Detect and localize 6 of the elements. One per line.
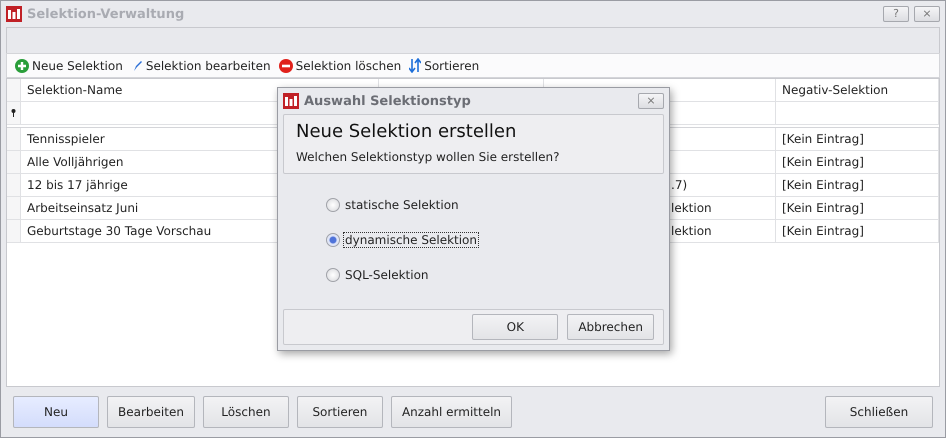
table-cell: [Kein Eintrag] xyxy=(776,220,939,242)
window-title: Selektion-Verwaltung xyxy=(27,6,186,22)
table-cell: [Kein Eintrag] xyxy=(776,174,939,196)
table-cell: [Kein Eintrag] xyxy=(776,151,939,173)
table-cell: [Kein Eintrag] xyxy=(776,128,939,150)
table-cell: [Kein Eintrag] xyxy=(776,197,939,219)
